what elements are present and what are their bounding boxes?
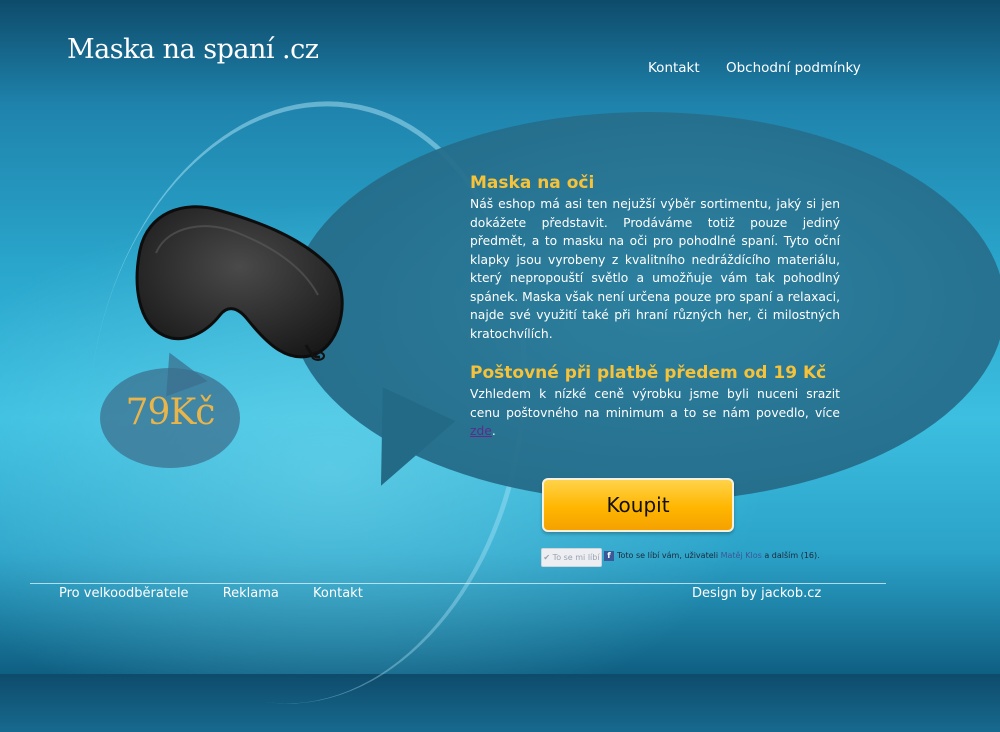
facebook-icon: f xyxy=(604,551,614,561)
footer-link-kontakt[interactable]: Kontakt xyxy=(313,586,363,601)
postovne-more-link[interactable]: zde xyxy=(470,424,492,438)
like-user-link[interactable]: Matěj Klos xyxy=(721,551,762,560)
design-credit[interactable]: Design by jackob.cz xyxy=(692,586,821,601)
sleep-mask-image xyxy=(135,205,344,361)
footer-link-velkoodberatele[interactable]: Pro velkoodběratele xyxy=(59,586,189,601)
footer-divider xyxy=(30,583,886,584)
top-nav-kontakt[interactable]: Kontakt xyxy=(648,60,700,76)
like-prefix: Toto se líbí vám, uživateli xyxy=(617,551,721,560)
site-logo[interactable]: Maska na spaní .cz xyxy=(67,34,319,65)
footer-nav: Pro velkoodběratele Reklama Kontakt xyxy=(59,586,393,601)
postovne-text-end: . xyxy=(491,424,496,438)
buy-button[interactable]: Koupit xyxy=(542,478,734,532)
product-description: Maska na oči Náš eshop má asi ten nejužš… xyxy=(470,173,840,441)
section-title-postovne: Poštovné při platbě předem od 19 Kč xyxy=(470,363,827,383)
section-text-postovne: Vzhledem k nízké ceně výrobku jsme byli … xyxy=(470,385,840,441)
like-suffix: a dalším (16). xyxy=(761,551,820,560)
top-nav: Kontakt Obchodní podmínky xyxy=(648,60,883,76)
footer-link-reklama[interactable]: Reklama xyxy=(223,586,279,601)
section-title-maska: Maska na oči xyxy=(470,173,595,193)
postovne-text: Vzhledem k nízké ceně výrobku jsme byli … xyxy=(470,387,840,420)
fb-like-button[interactable]: ✔ To se mi líbí xyxy=(541,548,602,567)
top-nav-obchodni-podminky[interactable]: Obchodní podmínky xyxy=(726,60,861,76)
product-price: 79Kč xyxy=(125,392,216,433)
section-text-maska: Náš eshop má asi ten nejužší výběr sorti… xyxy=(470,197,840,341)
fb-like-text: Toto se líbí vám, uživateli Matěj Klos a… xyxy=(617,551,820,560)
